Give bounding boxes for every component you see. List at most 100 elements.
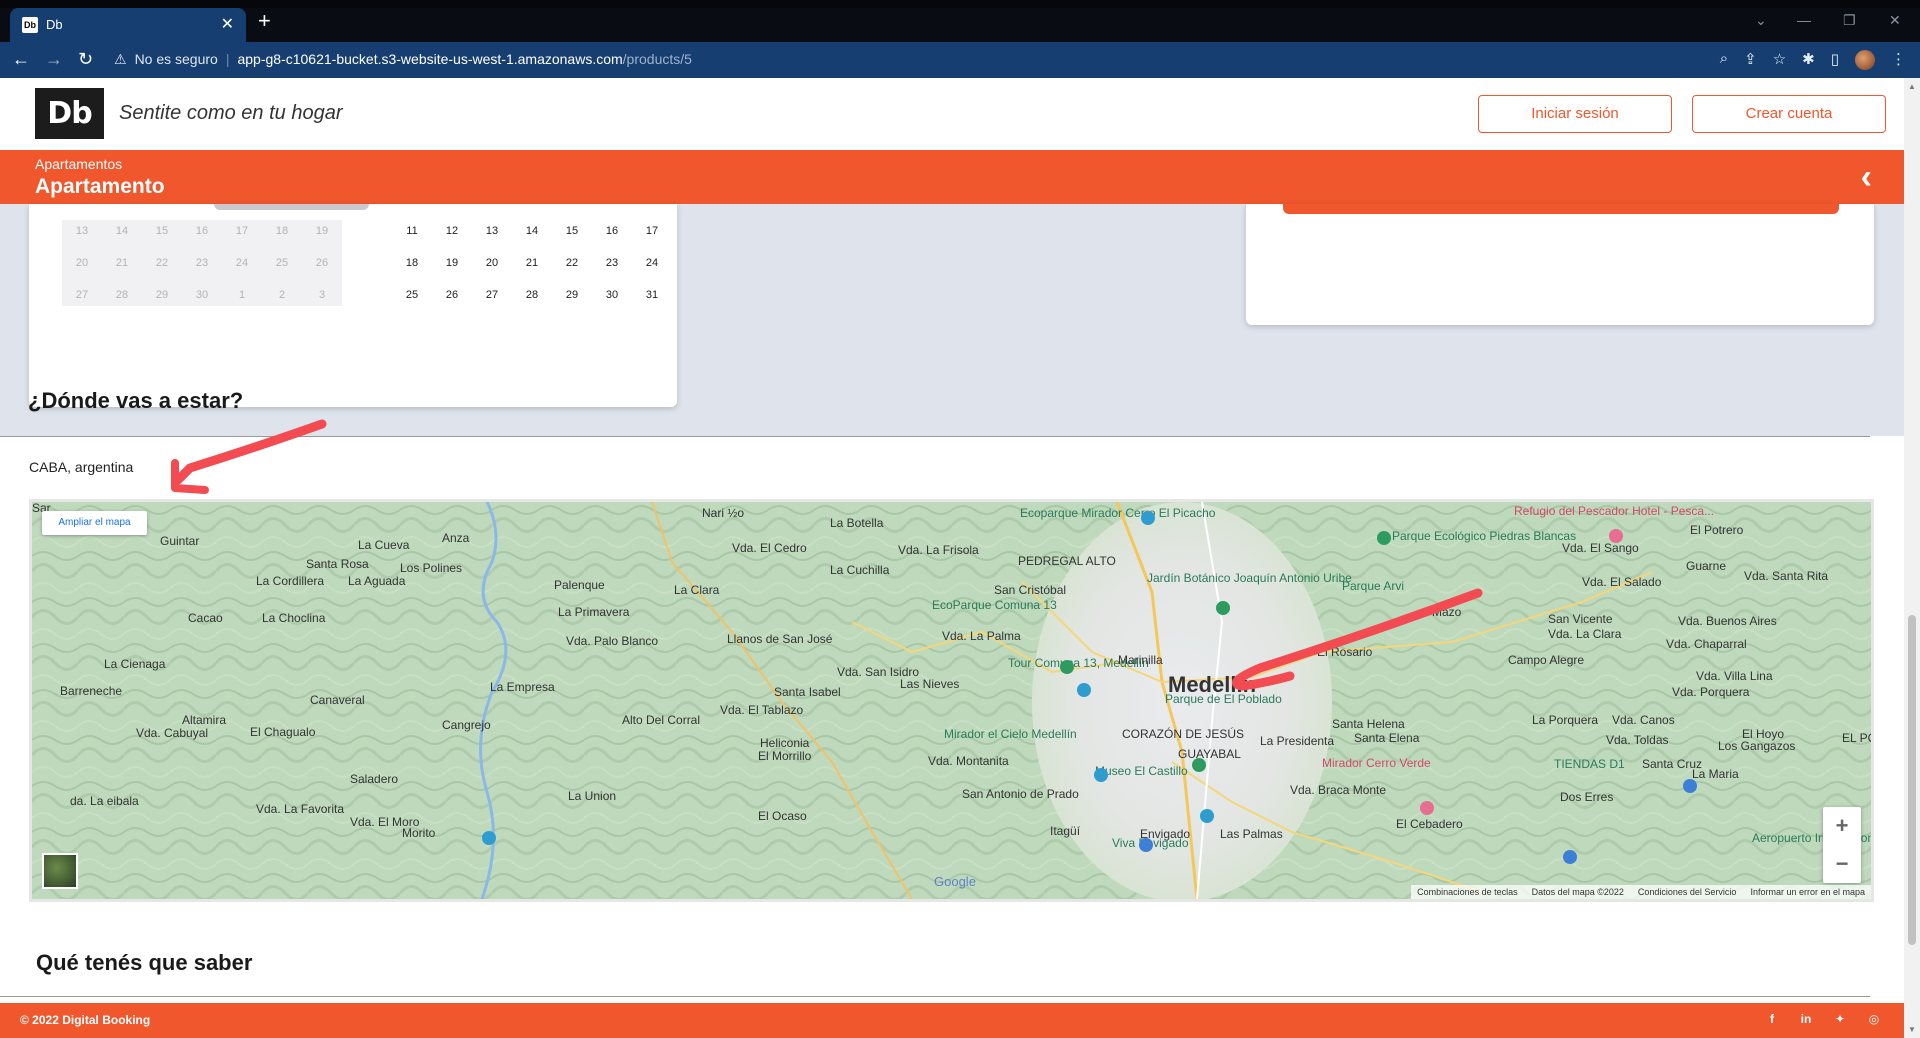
map-label: Vda. Villa Lina [1696, 669, 1773, 683]
tab-search-icon[interactable]: ⌄ [1755, 12, 1767, 29]
url-field[interactable]: ⚠ No es seguro | app-g8-c10621-bucket.s3-we… [114, 51, 692, 68]
reload-icon[interactable]: ↻ [78, 49, 93, 70]
attrib-report[interactable]: Informar un error en el mapa [1750, 887, 1865, 897]
calendar-day[interactable]: 16 [592, 220, 632, 242]
satellite-toggle[interactable] [42, 853, 78, 889]
calendar-day[interactable]: 24 [632, 252, 672, 274]
calendar-day[interactable]: 21 [102, 252, 142, 274]
forward-icon[interactable]: → [45, 49, 63, 70]
calendar-day[interactable]: 27 [472, 284, 512, 306]
calendar-day[interactable]: 19 [432, 252, 472, 274]
map-label: Vda. Palo Blanco [566, 634, 658, 648]
facebook-icon[interactable]: f [1762, 1009, 1782, 1029]
zoom-in-button[interactable]: + [1823, 807, 1861, 845]
calendar-day[interactable]: 30 [182, 284, 222, 306]
map-embed[interactable]: Nari ½o La Botella Vda. El Cedro Vda. La Fr… [29, 499, 1874, 902]
calendar-day[interactable]: 16 [182, 220, 222, 242]
calendar-day[interactable]: 24 [222, 252, 262, 274]
extensions-icon[interactable]: ✱ [1802, 50, 1815, 70]
calendar-day[interactable]: 19 [302, 220, 342, 242]
poi-picacho-icon[interactable] [1141, 511, 1155, 525]
calendar-day[interactable]: 15 [552, 220, 592, 242]
instagram-icon[interactable]: ◎ [1864, 1009, 1884, 1029]
map-label: Itagüí [1050, 824, 1081, 838]
calendar-day[interactable]: 22 [552, 252, 592, 274]
calendar-day[interactable]: 30 [592, 284, 632, 306]
calendar-day[interactable]: 28 [512, 284, 552, 306]
calendar-day[interactable]: 18 [262, 220, 302, 242]
new-tab-icon[interactable]: + [258, 10, 271, 32]
calendar-day[interactable]: 28 [102, 284, 142, 306]
zoom-out-button[interactable]: − [1823, 845, 1861, 883]
calendar-day[interactable]: 11 [392, 220, 432, 242]
calendar-day[interactable]: 22 [142, 252, 182, 274]
calendar-day[interactable]: 25 [262, 252, 302, 274]
sidebar-icon[interactable]: ▯ [1831, 50, 1839, 70]
share-icon[interactable]: ⇪ [1744, 50, 1757, 70]
poi-comuna13-icon[interactable] [1077, 683, 1091, 697]
expand-map-button[interactable]: Ampliar el mapa [42, 511, 147, 535]
bookmark-star-icon[interactable]: ☆ [1773, 50, 1786, 70]
profile-avatar[interactable] [1855, 50, 1875, 70]
calendar-day[interactable]: 26 [302, 252, 342, 274]
calendar-day[interactable]: 23 [592, 252, 632, 274]
calendar-day[interactable]: 31 [632, 284, 672, 306]
poi-tiendas-icon[interactable] [1683, 779, 1697, 793]
calendar-day[interactable]: 25 [392, 284, 432, 306]
poi-refugio-icon[interactable] [1609, 529, 1623, 543]
poi-piedras-icon[interactable] [1377, 531, 1391, 545]
calendar-day[interactable]: 26 [432, 284, 472, 306]
calendar-day[interactable]: 29 [552, 284, 592, 306]
twitter-icon[interactable]: ✦ [1830, 1009, 1850, 1029]
poi-cerro-verde-icon[interactable] [1420, 801, 1434, 815]
scroll-thumb[interactable] [1908, 615, 1916, 945]
zoom-icon[interactable]: ⌕ [1720, 50, 1728, 70]
calendar-day[interactable]: 14 [102, 220, 142, 242]
calendar-day[interactable]: 13 [472, 220, 512, 242]
minimize-icon[interactable]: — [1797, 12, 1811, 28]
calendar-day[interactable]: 1 [222, 284, 262, 306]
map-canvas[interactable]: Nari ½o La Botella Vda. El Cedro Vda. La Fr… [32, 502, 1871, 899]
scroll-up-icon[interactable]: ▲ [1908, 82, 1916, 91]
poi-airport-icon[interactable] [1563, 850, 1577, 864]
calendar-day[interactable]: 29 [142, 284, 182, 306]
calendar-day[interactable]: 20 [62, 252, 102, 274]
back-icon[interactable]: ← [12, 49, 30, 70]
close-window-icon[interactable]: ✕ [1889, 12, 1901, 29]
linkedin-icon[interactable]: in [1796, 1009, 1816, 1029]
poi-planchon-icon[interactable] [482, 831, 496, 845]
poi-poblado-icon[interactable] [1192, 758, 1206, 772]
page-scrollbar[interactable]: ▲ ▼ [1904, 78, 1920, 1038]
calendar-day[interactable]: 27 [62, 284, 102, 306]
calendar-day[interactable]: 17 [632, 220, 672, 242]
poi-envigado-icon[interactable] [1139, 838, 1153, 852]
restore-icon[interactable]: ❐ [1843, 12, 1856, 29]
browser-tab[interactable]: Db Db ✕ [10, 8, 246, 42]
scroll-down-icon[interactable]: ▼ [1908, 1025, 1916, 1034]
close-tab-icon[interactable]: ✕ [221, 14, 234, 34]
signup-button[interactable]: Crear cuenta [1692, 95, 1886, 133]
calendar-day[interactable]: 23 [182, 252, 222, 274]
calendar-day[interactable]: 2 [262, 284, 302, 306]
calendar-day[interactable]: 20 [472, 252, 512, 274]
site-logo[interactable]: Db [35, 88, 104, 139]
poi-ecoparque-icon[interactable] [1060, 660, 1074, 674]
map-label: Guintar [160, 534, 199, 548]
back-chevron-icon[interactable]: ‹ [1861, 158, 1872, 197]
login-button[interactable]: Iniciar sesión [1478, 95, 1672, 133]
reserve-button-edge[interactable] [1283, 204, 1839, 214]
menu-dots-icon[interactable]: ⋮ [1891, 50, 1906, 70]
calendar-day[interactable]: 15 [142, 220, 182, 242]
attrib-terms[interactable]: Condiciones del Servicio [1638, 887, 1737, 897]
calendar-day[interactable]: 13 [62, 220, 102, 242]
poi-botanic-icon[interactable] [1216, 601, 1230, 615]
calendar-day[interactable]: 12 [432, 220, 472, 242]
poi-mirador-icon[interactable] [1094, 768, 1108, 782]
calendar-day[interactable]: 3 [302, 284, 342, 306]
calendar-day[interactable]: 14 [512, 220, 552, 242]
calendar-day[interactable]: 18 [392, 252, 432, 274]
attrib-shortcuts[interactable]: Combinaciones de teclas [1417, 887, 1518, 897]
calendar-day[interactable]: 17 [222, 220, 262, 242]
calendar-day[interactable]: 21 [512, 252, 552, 274]
poi-castillo-icon[interactable] [1200, 809, 1214, 823]
